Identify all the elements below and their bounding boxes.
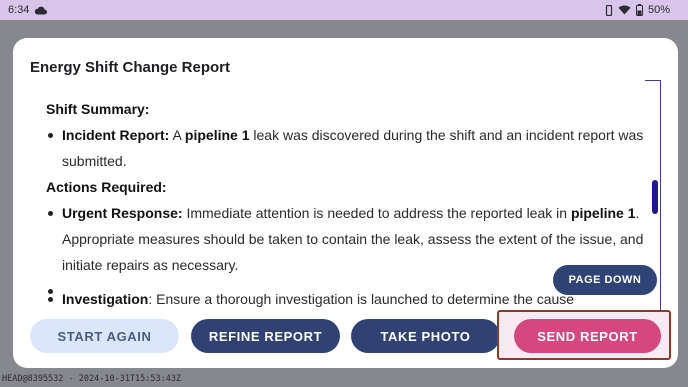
actions-list: Urgent Response: Immediate attention is … xyxy=(46,200,646,312)
battery-level: 50% xyxy=(647,4,670,16)
urgent-text-1: Immediate attention is needed to address… xyxy=(182,205,571,221)
page-down-button[interactable]: PAGE DOWN xyxy=(553,265,657,295)
refine-report-button[interactable]: REFINE REPORT xyxy=(191,319,340,353)
status-bar: 6:34 50% xyxy=(0,0,688,20)
summary-list: Incident Report: A pipeline 1 leak was d… xyxy=(46,122,646,174)
take-photo-button[interactable]: TAKE PHOTO xyxy=(351,319,500,353)
cloud-icon xyxy=(34,6,48,15)
status-left: 6:34 xyxy=(8,4,48,16)
report-dialog: Energy Shift Change Report Shift Summary… xyxy=(13,38,678,368)
incident-text-1: A xyxy=(169,127,185,143)
scrollbar-thumb[interactable] xyxy=(652,180,658,214)
status-right: 50% xyxy=(605,4,670,16)
start-again-button[interactable]: START AGAIN xyxy=(30,319,179,353)
wifi-icon xyxy=(618,5,631,15)
summary-heading: Shift Summary: xyxy=(46,101,150,117)
status-time: 6:34 xyxy=(8,4,30,16)
investigation-label: Investigation xyxy=(62,291,149,307)
urgent-bold: pipeline 1 xyxy=(570,205,636,221)
list-item: Urgent Response: Immediate attention is … xyxy=(46,200,646,278)
incident-label: Incident Report: xyxy=(62,127,170,143)
dialog-title: Energy Shift Change Report xyxy=(30,59,231,76)
battery-icon xyxy=(635,4,643,16)
send-report-button[interactable]: SEND REPORT xyxy=(514,319,661,353)
report-content[interactable]: Shift Summary: Incident Report: A pipeli… xyxy=(46,96,646,326)
incident-bold: pipeline 1 xyxy=(184,127,250,143)
investigation-text: : Ensure a thorough investigation is lau… xyxy=(148,291,575,307)
list-item: Incident Report: A pipeline 1 leak was d… xyxy=(46,122,646,174)
actions-heading: Actions Required: xyxy=(46,179,167,195)
urgent-label: Urgent Response: xyxy=(62,205,183,221)
device-id-footer: HEAD@8395532 - 2024-10-31T15:53:43Z xyxy=(2,374,182,384)
vibrate-icon xyxy=(605,4,613,16)
